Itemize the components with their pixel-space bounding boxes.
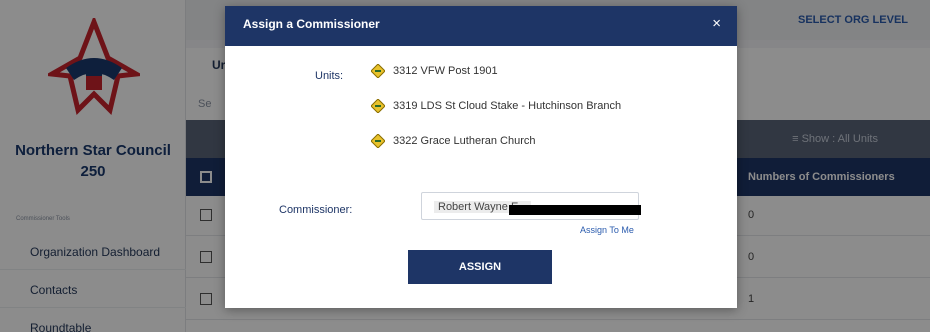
unit-name: 3312 VFW Post 1901 (393, 65, 498, 77)
unit-diamond-icon (371, 134, 385, 148)
unit-diamond-icon (371, 99, 385, 113)
redaction-bar (509, 205, 641, 215)
assign-commissioner-dialog: Assign a Commissioner × Units: 3312 VFW … (225, 6, 737, 308)
units-label: Units: (315, 70, 344, 82)
commissioner-label: Commissioner: (279, 204, 353, 216)
unit-name: 3319 LDS St Cloud Stake - Hutchinson Bra… (393, 100, 622, 112)
dialog-header: Assign a Commissioner × (225, 6, 737, 46)
assign-button[interactable]: ASSIGN (408, 250, 552, 284)
unit-name: 3322 Grace Lutheran Church (393, 135, 536, 147)
assign-to-me-link[interactable]: Assign To Me (580, 225, 634, 235)
dialog-title: Assign a Commissioner (243, 17, 380, 31)
unit-diamond-icon (371, 64, 385, 78)
close-icon[interactable]: × (712, 15, 721, 32)
